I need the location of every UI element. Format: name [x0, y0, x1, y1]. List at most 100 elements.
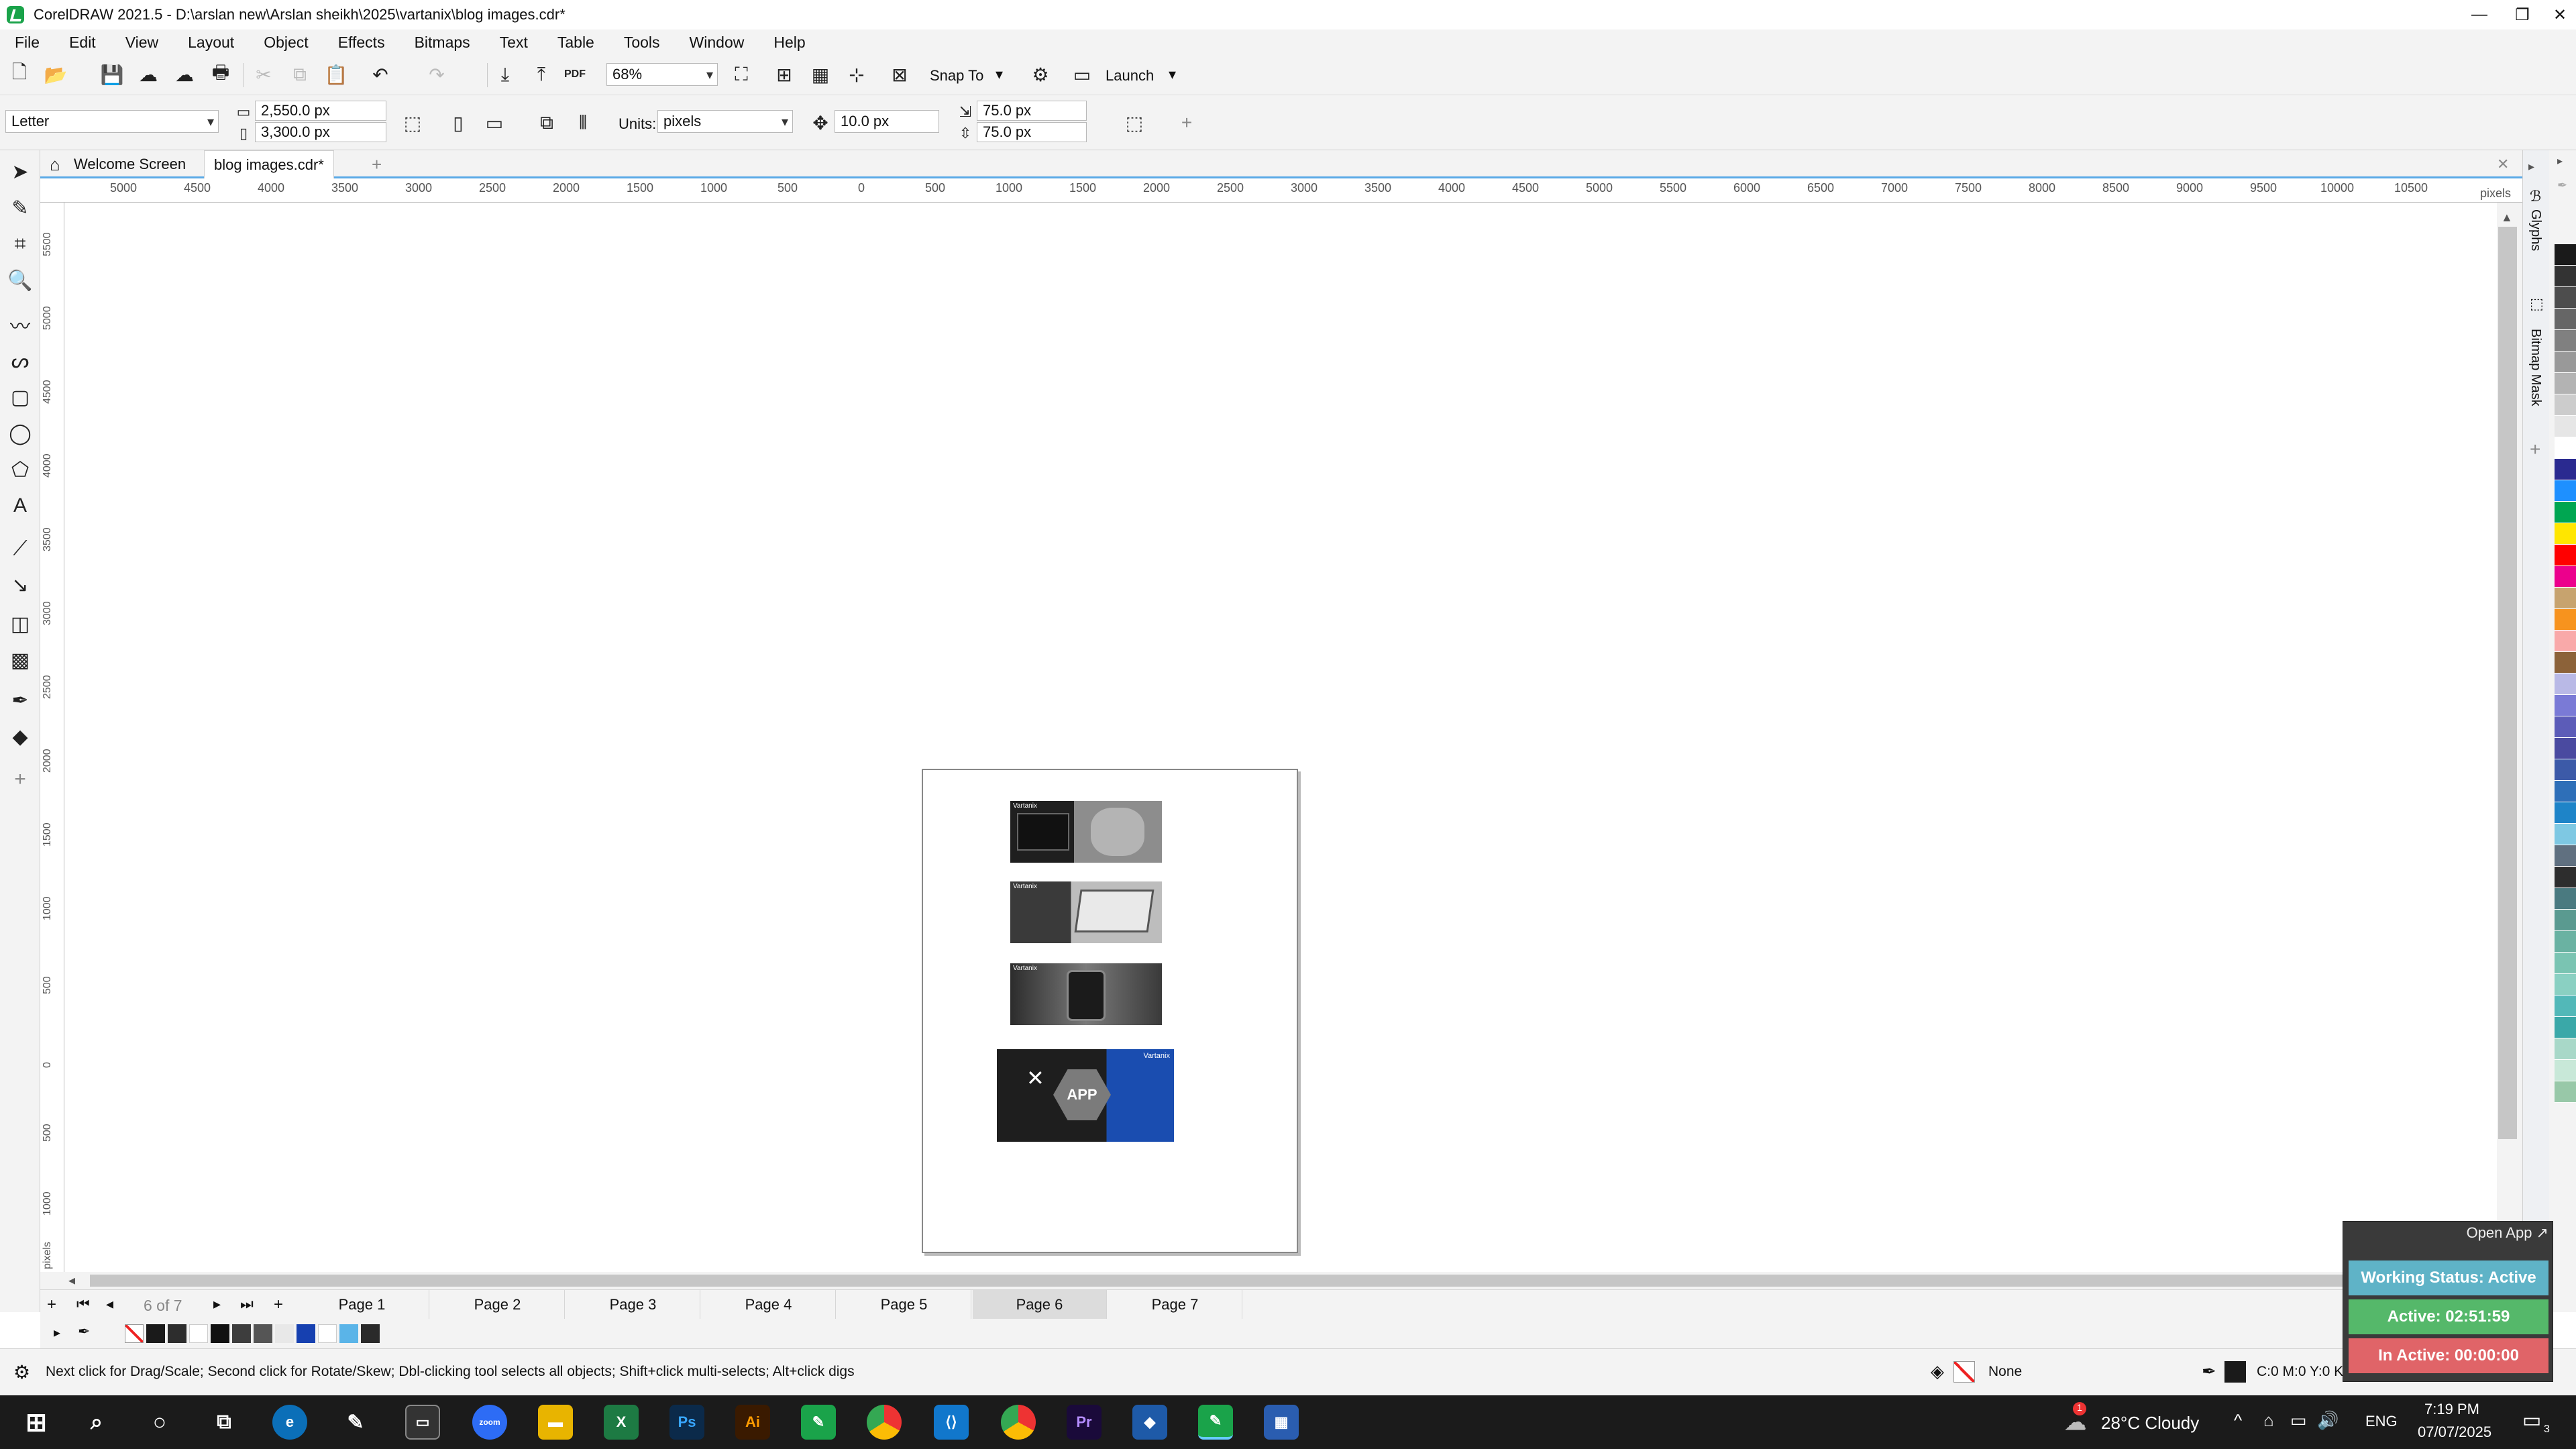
palette-swatch[interactable] — [2555, 566, 2576, 588]
chrome-icon[interactable] — [867, 1405, 902, 1440]
swatch-sky-blue[interactable] — [339, 1324, 358, 1343]
menu-file[interactable]: File — [15, 34, 40, 52]
swatch-white-2[interactable] — [318, 1324, 337, 1343]
illustrator-icon[interactable]: Ai — [735, 1405, 770, 1440]
menu-text[interactable]: Text — [500, 34, 528, 52]
guidelines-icon[interactable]: ⊹ — [844, 62, 869, 87]
publish-pdf-icon[interactable]: PDF — [562, 62, 588, 87]
notification-icon[interactable]: ▭ — [2522, 1409, 2541, 1432]
ellipse-tool-icon[interactable]: ◯ — [7, 420, 34, 447]
swatch-black-2[interactable] — [211, 1324, 229, 1343]
palette-swatch[interactable] — [2555, 588, 2576, 609]
fill-swatch[interactable] — [1953, 1361, 1975, 1383]
blog-image-thumb-2[interactable]: Vartanix — [1010, 881, 1162, 943]
palette-swatch[interactable] — [2555, 910, 2576, 931]
tab-page-2[interactable]: Page 2 — [431, 1290, 565, 1320]
search-icon[interactable]: ⌕ — [79, 1405, 114, 1440]
language-indicator[interactable]: ENG — [2365, 1413, 2398, 1430]
fill-icon[interactable]: ◈ — [1931, 1361, 1944, 1382]
grid-icon[interactable]: ▦ — [808, 62, 833, 87]
tab-page-4[interactable]: Page 4 — [702, 1290, 836, 1320]
cloud-save-icon[interactable]: ☁ — [136, 62, 161, 87]
nudge-field[interactable]: 10.0 px — [835, 110, 939, 133]
close-button[interactable]: ✕ — [2538, 0, 2576, 30]
print-icon[interactable]: 🖶 — [208, 62, 233, 87]
crop-tool-icon[interactable]: ⌗ — [7, 231, 34, 258]
palette-swatch[interactable] — [2555, 996, 2576, 1017]
swatch-light-gray[interactable] — [275, 1324, 294, 1343]
menu-view[interactable]: View — [125, 34, 158, 52]
save-icon[interactable]: 💾 — [99, 62, 125, 87]
snap-dropdown-icon[interactable]: ▾ — [996, 66, 1003, 83]
windows-start-icon[interactable]: ⊞ — [19, 1405, 54, 1440]
coreldraw-active-icon[interactable]: ✎ — [1198, 1405, 1233, 1440]
swatch-charcoal[interactable] — [232, 1324, 251, 1343]
landscape-icon[interactable]: ▭ — [482, 110, 507, 136]
vertical-scrollbar[interactable]: ▲ — [2497, 203, 2522, 1272]
minimize-button[interactable]: — — [2458, 0, 2501, 30]
launch-dropdown-icon[interactable]: ▾ — [1169, 66, 1176, 83]
palette-swatch[interactable] — [2555, 845, 2576, 867]
tab-page-5[interactable]: Page 5 — [837, 1290, 971, 1320]
snap-to-label[interactable]: Snap To — [930, 67, 983, 85]
paste-icon[interactable]: 📋 — [323, 62, 349, 87]
palette-swatch[interactable] — [2555, 1038, 2576, 1060]
palette-swatch[interactable] — [2555, 867, 2576, 888]
terminal-icon[interactable]: ▭ — [405, 1405, 440, 1440]
tab-page-1[interactable]: Page 1 — [295, 1290, 429, 1320]
menu-layout[interactable]: Layout — [188, 34, 234, 52]
menu-object[interactable]: Object — [264, 34, 308, 52]
snap-off-icon[interactable]: ⊠ — [887, 62, 912, 87]
app-diamond-icon[interactable]: ◆ — [1132, 1405, 1167, 1440]
palette-swatch[interactable] — [2555, 352, 2576, 373]
palette-swatch[interactable] — [2555, 802, 2576, 824]
text-tool-icon[interactable]: A — [7, 492, 34, 519]
bitmap-mask-tab[interactable]: Bitmap Mask — [2528, 329, 2543, 407]
options-gear-icon[interactable]: ⚙ — [1028, 62, 1053, 87]
current-page-icon[interactable]: ⧉ — [534, 110, 559, 136]
palette-swatch[interactable] — [2555, 244, 2576, 266]
palette-swatch[interactable] — [2555, 480, 2576, 502]
restore-button[interactable]: ❐ — [2501, 0, 2544, 30]
palette-swatch[interactable] — [2555, 824, 2576, 845]
swatch-gray[interactable] — [254, 1324, 272, 1343]
photoshop-icon[interactable]: Ps — [669, 1405, 704, 1440]
menu-window[interactable]: Window — [690, 34, 745, 52]
palette-swatch[interactable] — [2555, 652, 2576, 674]
undo-icon[interactable]: ↶ — [368, 62, 393, 87]
artistic-media-icon[interactable]: ᔕ — [7, 347, 34, 374]
drop-shadow-icon[interactable]: ◫ — [7, 610, 34, 637]
glyphs-icon[interactable]: ℬ — [2530, 188, 2541, 205]
weather-text[interactable]: 28°C Cloudy — [2101, 1413, 2199, 1434]
menu-effects[interactable]: Effects — [338, 34, 385, 52]
outline-pen-icon[interactable]: ✒ — [2202, 1361, 2216, 1382]
task-view-icon[interactable]: ⧉ — [207, 1405, 241, 1440]
copy-icon[interactable]: ⧉ — [287, 62, 313, 87]
outline-swatch[interactable] — [2224, 1361, 2246, 1383]
palette-swatch[interactable] — [2555, 545, 2576, 566]
docpal-eyedropper-icon[interactable]: ✒ — [78, 1323, 90, 1340]
docker-collapse-icon[interactable]: ▸ — [2528, 160, 2534, 174]
last-page-icon[interactable]: ⏭ — [240, 1295, 254, 1313]
tray-chevron-icon[interactable]: ^ — [2234, 1410, 2242, 1431]
palette-swatch[interactable] — [2555, 759, 2576, 781]
new-tab-icon[interactable]: + — [362, 150, 391, 178]
palette-swatch[interactable] — [2555, 437, 2576, 459]
status-settings-icon[interactable]: ⚙ — [13, 1361, 30, 1383]
palette-swatch[interactable] — [2555, 1017, 2576, 1038]
parallel-dimension-icon[interactable]: ⟋ — [7, 535, 34, 562]
excel-icon[interactable]: X — [604, 1405, 639, 1440]
palette-swatch[interactable] — [2555, 931, 2576, 953]
previous-page-icon[interactable]: ◂ — [106, 1295, 113, 1313]
palette-swatch[interactable] — [2555, 695, 2576, 716]
next-page-icon[interactable]: ▸ — [213, 1295, 221, 1313]
tab-welcome-screen[interactable]: Welcome Screen — [64, 150, 195, 178]
clock-date[interactable]: 07/07/2025 — [2418, 1424, 2491, 1441]
swatch-none[interactable] — [125, 1324, 144, 1343]
units-select[interactable]: pixels — [657, 110, 793, 133]
open-icon[interactable]: 📂 — [43, 62, 68, 87]
bitmap-mask-icon[interactable]: ⬚ — [2530, 295, 2544, 313]
palette-swatch[interactable] — [2555, 609, 2576, 631]
add-page-after-icon[interactable]: + — [274, 1295, 283, 1314]
new-document-icon[interactable]: 🗋 — [7, 62, 32, 87]
